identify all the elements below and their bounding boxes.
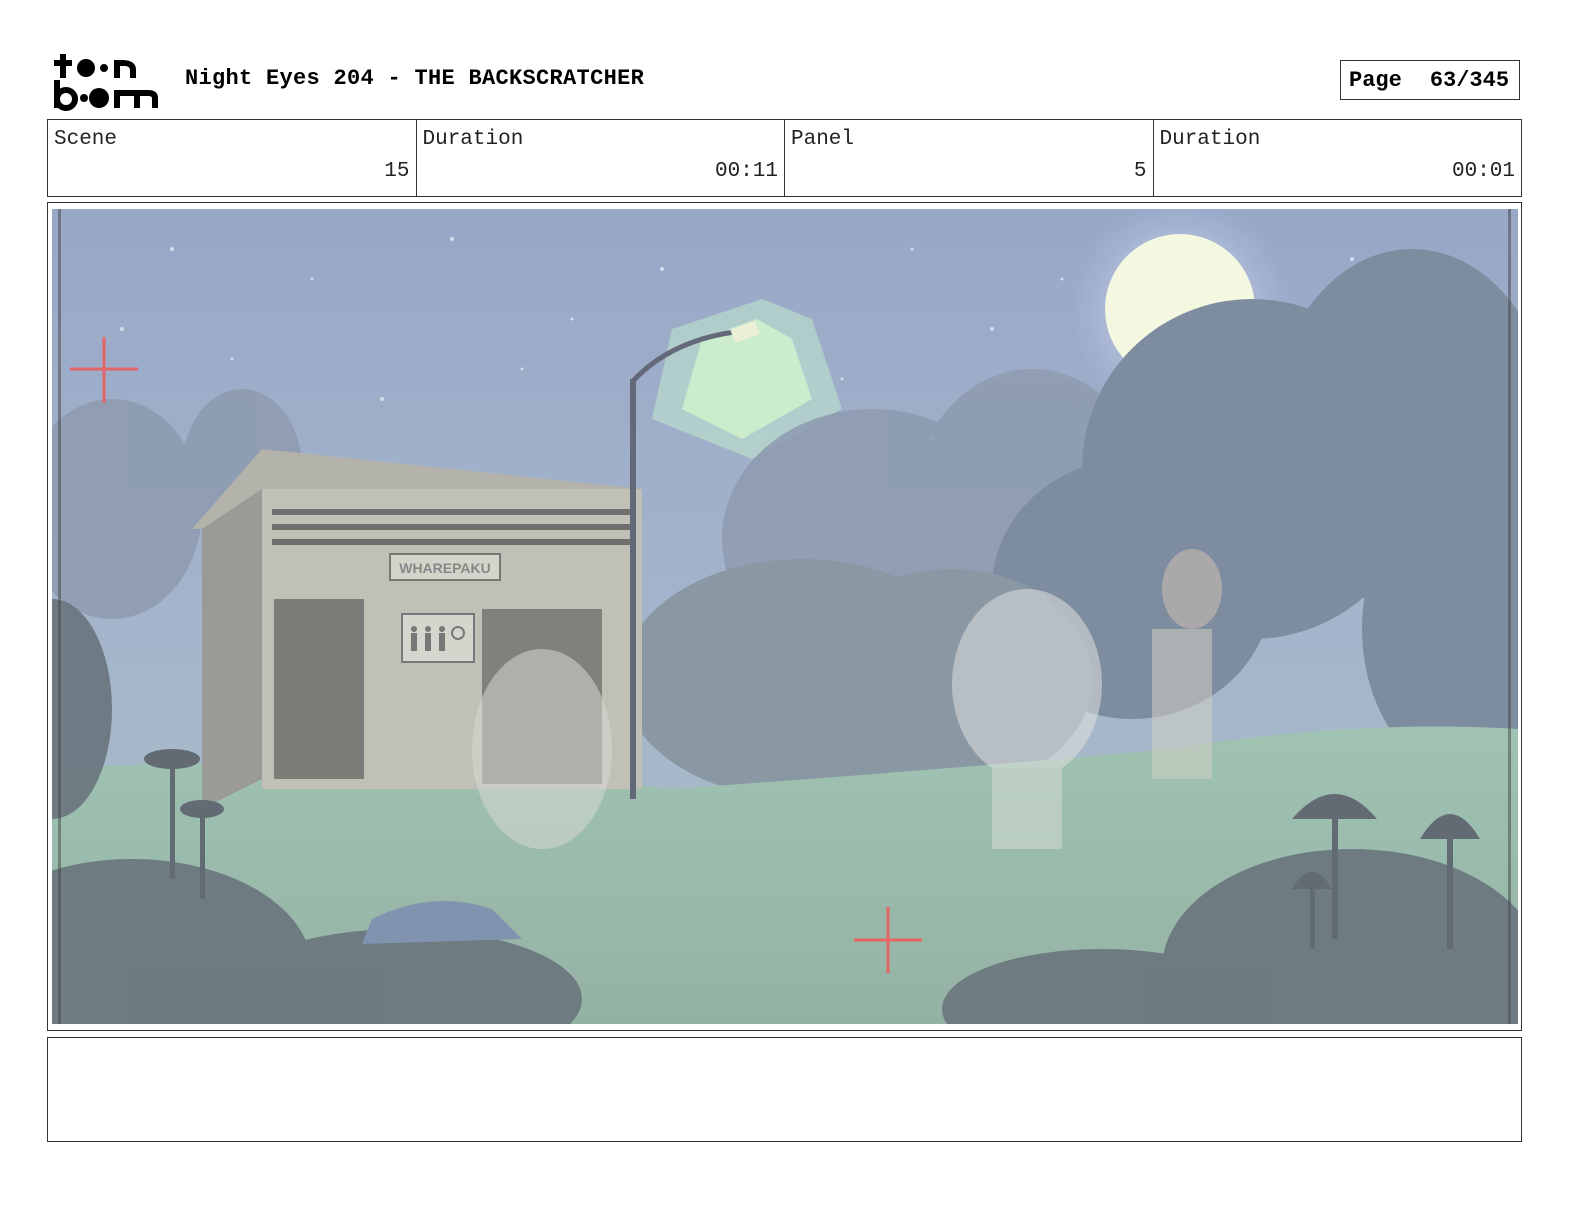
toon-boom-logo: [52, 50, 164, 112]
scene-cell: Scene 15: [48, 120, 417, 196]
scene-duration-label: Duration: [422, 128, 524, 151]
scene-duration-value: 00:11: [714, 160, 778, 183]
page-number: 63/345: [1429, 67, 1510, 93]
scene-value: 15: [384, 160, 410, 183]
panel-cell: Panel 5: [785, 120, 1154, 196]
document-title: Night Eyes 204 - THE BACKSCRATCHER: [185, 66, 645, 91]
page-indicator: Page 63/345: [1340, 60, 1520, 100]
panel-notes-box[interactable]: [47, 1037, 1522, 1142]
scene-label: Scene: [54, 128, 118, 151]
page-label: Page: [1349, 67, 1402, 93]
scene-info-table: Scene 15 Duration 00:11 Panel 5 Duration…: [47, 119, 1522, 197]
storyboard-panel-image[interactable]: WHAREPAKU: [52, 209, 1518, 1024]
panel-duration-label: Duration: [1159, 128, 1261, 151]
panel-duration-cell: Duration 00:01: [1154, 120, 1522, 196]
panel-label: Panel: [791, 128, 855, 151]
panel-value: 5: [1133, 160, 1147, 183]
scene-duration-cell: Duration 00:11: [417, 120, 785, 196]
panel-duration-value: 00:01: [1451, 160, 1515, 183]
